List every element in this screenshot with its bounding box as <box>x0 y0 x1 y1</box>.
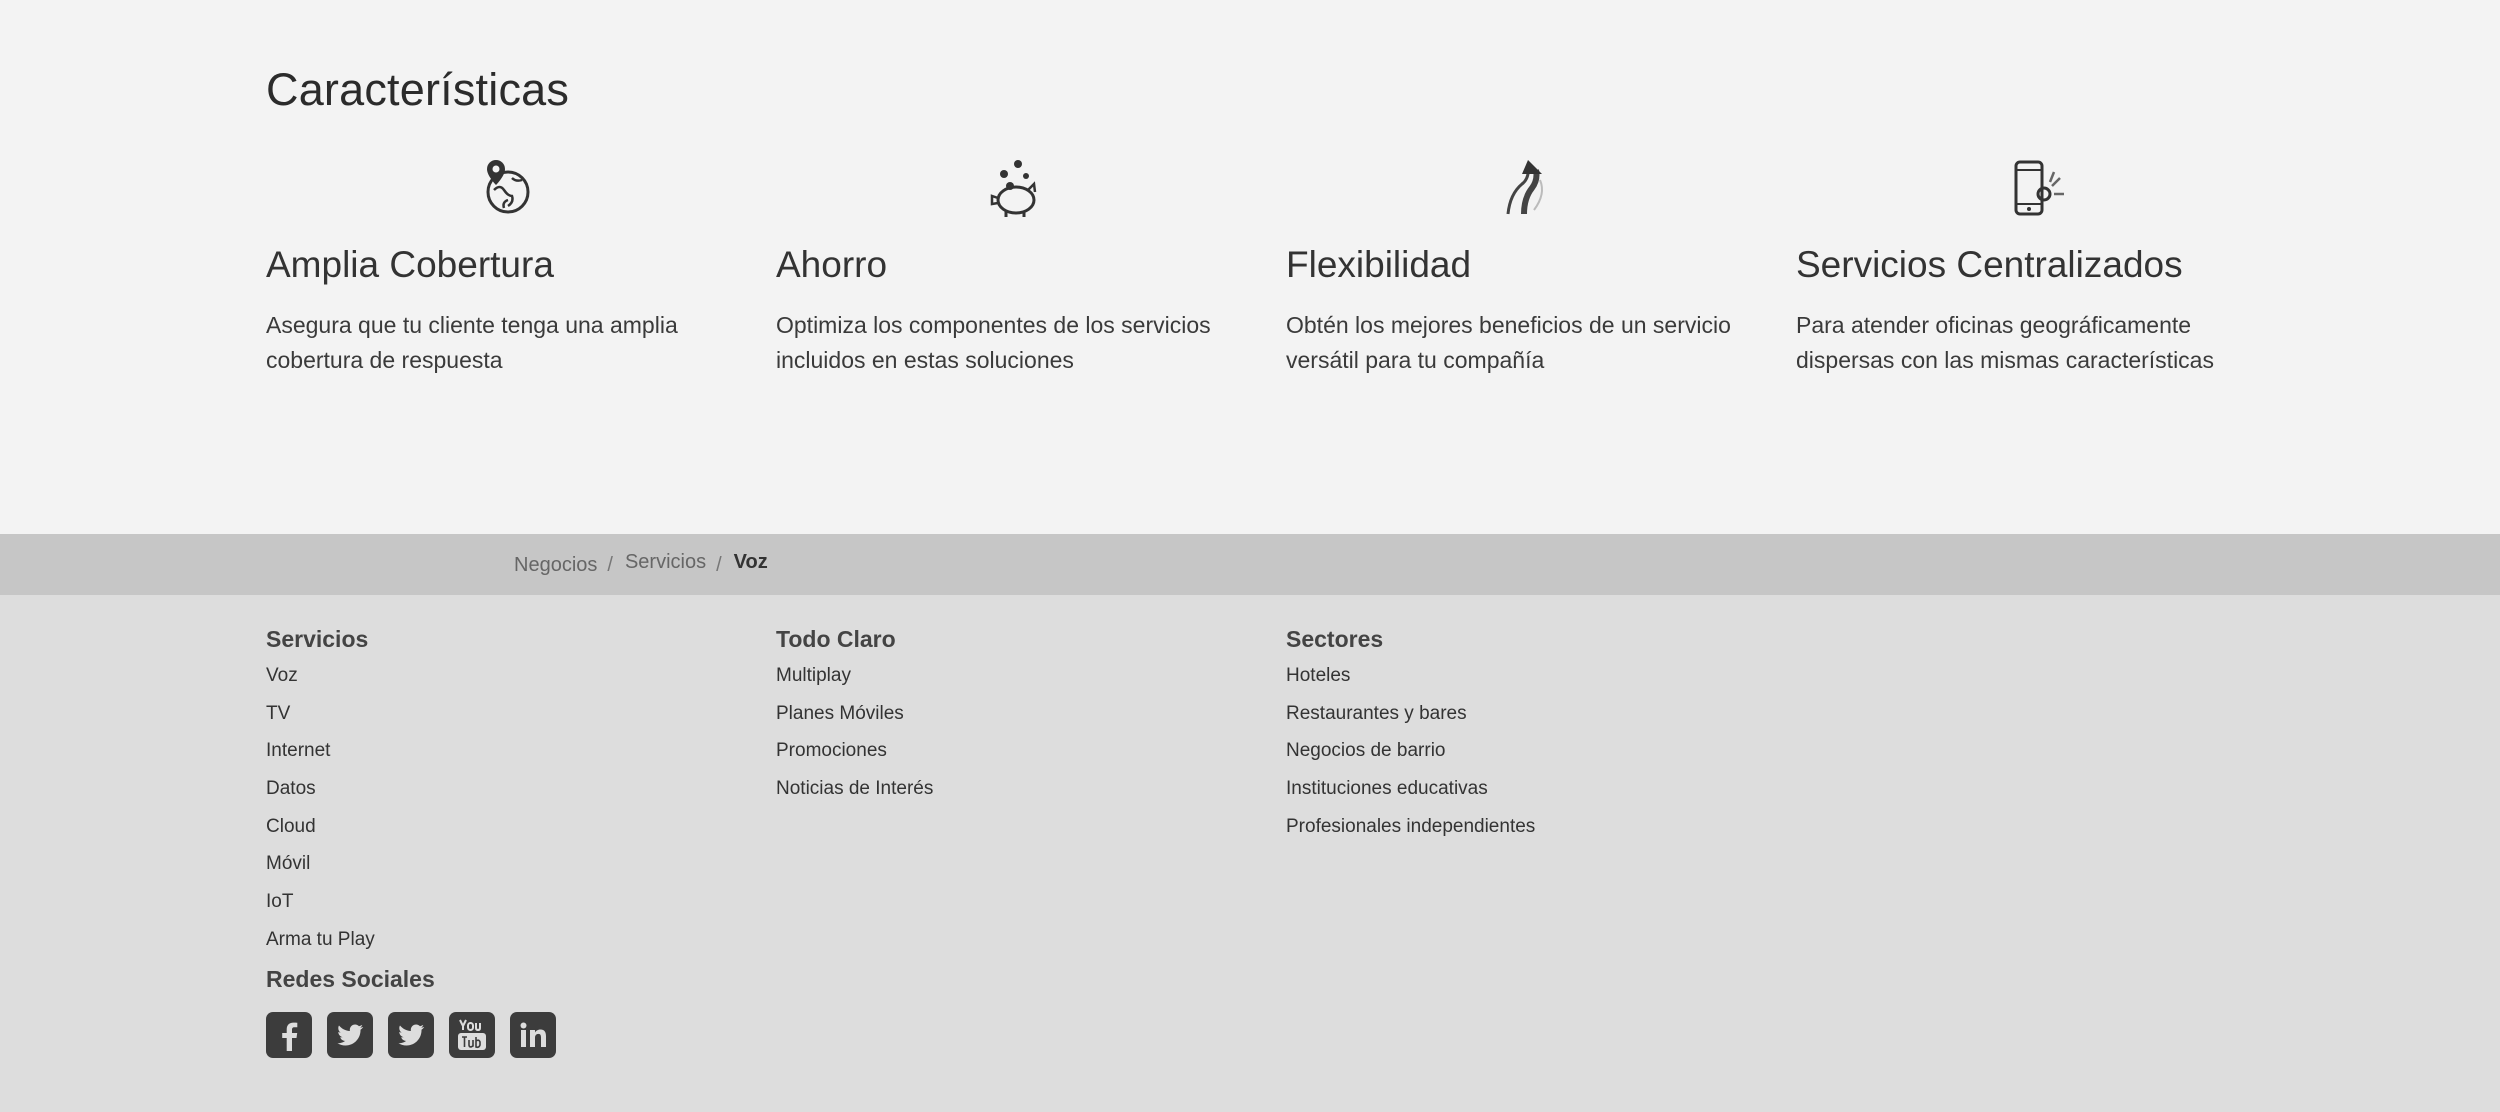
footer-link-cloud[interactable]: Cloud <box>266 815 746 853</box>
footer-link-restaurantes[interactable]: Restaurantes y bares <box>1286 702 1766 740</box>
footer-link-instituciones[interactable]: Instituciones educativas <box>1286 777 1766 815</box>
footer-column-sectores: Sectores Hoteles Restaurantes y bares Ne… <box>1286 626 1766 852</box>
footer-link-hoteles[interactable]: Hoteles <box>1286 664 1766 702</box>
footer-link-movil[interactable]: Móvil <box>266 852 746 890</box>
social-links <box>266 1012 556 1058</box>
footer-column-todo-claro: Todo Claro Multiplay Planes Móviles Prom… <box>776 626 1256 815</box>
footer-column-servicios: Servicios Voz TV Internet Datos Cloud Mó… <box>266 626 746 966</box>
feature-description: Obtén los mejores beneficios de un servi… <box>1286 312 1731 373</box>
footer-link-noticias[interactable]: Noticias de Interés <box>776 777 1256 815</box>
arrow-up-icon <box>1286 156 1766 228</box>
footer-link-arma-tu-play[interactable]: Arma tu Play <box>266 928 746 966</box>
breadcrumb-link-negocios[interactable]: Negocios <box>514 554 597 577</box>
breadcrumb-link-servicios[interactable]: Servicios <box>625 551 706 574</box>
globe-location-icon <box>266 156 746 228</box>
footer-links: Multiplay Planes Móviles Promociones Not… <box>776 664 1256 815</box>
breadcrumb-bar: Negocios / Servicios / Voz <box>0 534 2500 595</box>
piggy-bank-icon <box>776 156 1256 228</box>
features-section: Características Amplia Cobertura Asegura… <box>0 0 2500 534</box>
footer-link-profesionales[interactable]: Profesionales independientes <box>1286 815 1766 853</box>
footer-link-multiplay[interactable]: Multiplay <box>776 664 1256 702</box>
footer-link-tv[interactable]: TV <box>266 702 746 740</box>
feature-title: Servicios Centralizados <box>1796 244 2183 285</box>
breadcrumb-separator: / <box>607 554 613 576</box>
facebook-icon[interactable] <box>266 1012 312 1058</box>
breadcrumb-separator: / <box>716 554 722 576</box>
footer-link-datos[interactable]: Datos <box>266 777 746 815</box>
footer-link-negocios-barrio[interactable]: Negocios de barrio <box>1286 739 1766 777</box>
footer-heading: Sectores <box>1286 626 1384 652</box>
feature-description: Para atender oficinas geográficamente di… <box>1796 312 2214 373</box>
breadcrumb: Negocios / Servicios / Voz <box>514 551 768 577</box>
twitter-icon[interactable] <box>327 1012 373 1058</box>
feature-description: Asegura que tu cliente tenga una amplia … <box>266 312 678 373</box>
twitter-icon[interactable] <box>388 1012 434 1058</box>
footer-link-iot[interactable]: IoT <box>266 890 746 928</box>
feature-description: Optimiza los componentes de los servicio… <box>776 312 1211 373</box>
footer-links: Voz TV Internet Datos Cloud Móvil IoT Ar… <box>266 664 746 966</box>
features-title: Características <box>266 64 570 115</box>
breadcrumb-current: Voz <box>733 551 768 573</box>
footer-link-planes-moviles[interactable]: Planes Móviles <box>776 702 1256 740</box>
footer-link-voz[interactable]: Voz <box>266 664 746 702</box>
footer-links: Hoteles Restaurantes y bares Negocios de… <box>1286 664 1766 852</box>
footer-link-promociones[interactable]: Promociones <box>776 739 1256 777</box>
feature-title: Amplia Cobertura <box>266 244 554 285</box>
youtube-icon[interactable] <box>449 1012 495 1058</box>
linkedin-icon[interactable] <box>510 1012 556 1058</box>
footer-link-internet[interactable]: Internet <box>266 739 746 777</box>
footer-heading: Servicios <box>266 626 369 652</box>
feature-title: Ahorro <box>776 244 888 285</box>
social-heading: Redes Sociales <box>266 966 435 992</box>
mobile-settings-icon <box>1796 156 2276 228</box>
footer-heading: Todo Claro <box>776 626 896 652</box>
feature-title: Flexibilidad <box>1286 244 1472 285</box>
